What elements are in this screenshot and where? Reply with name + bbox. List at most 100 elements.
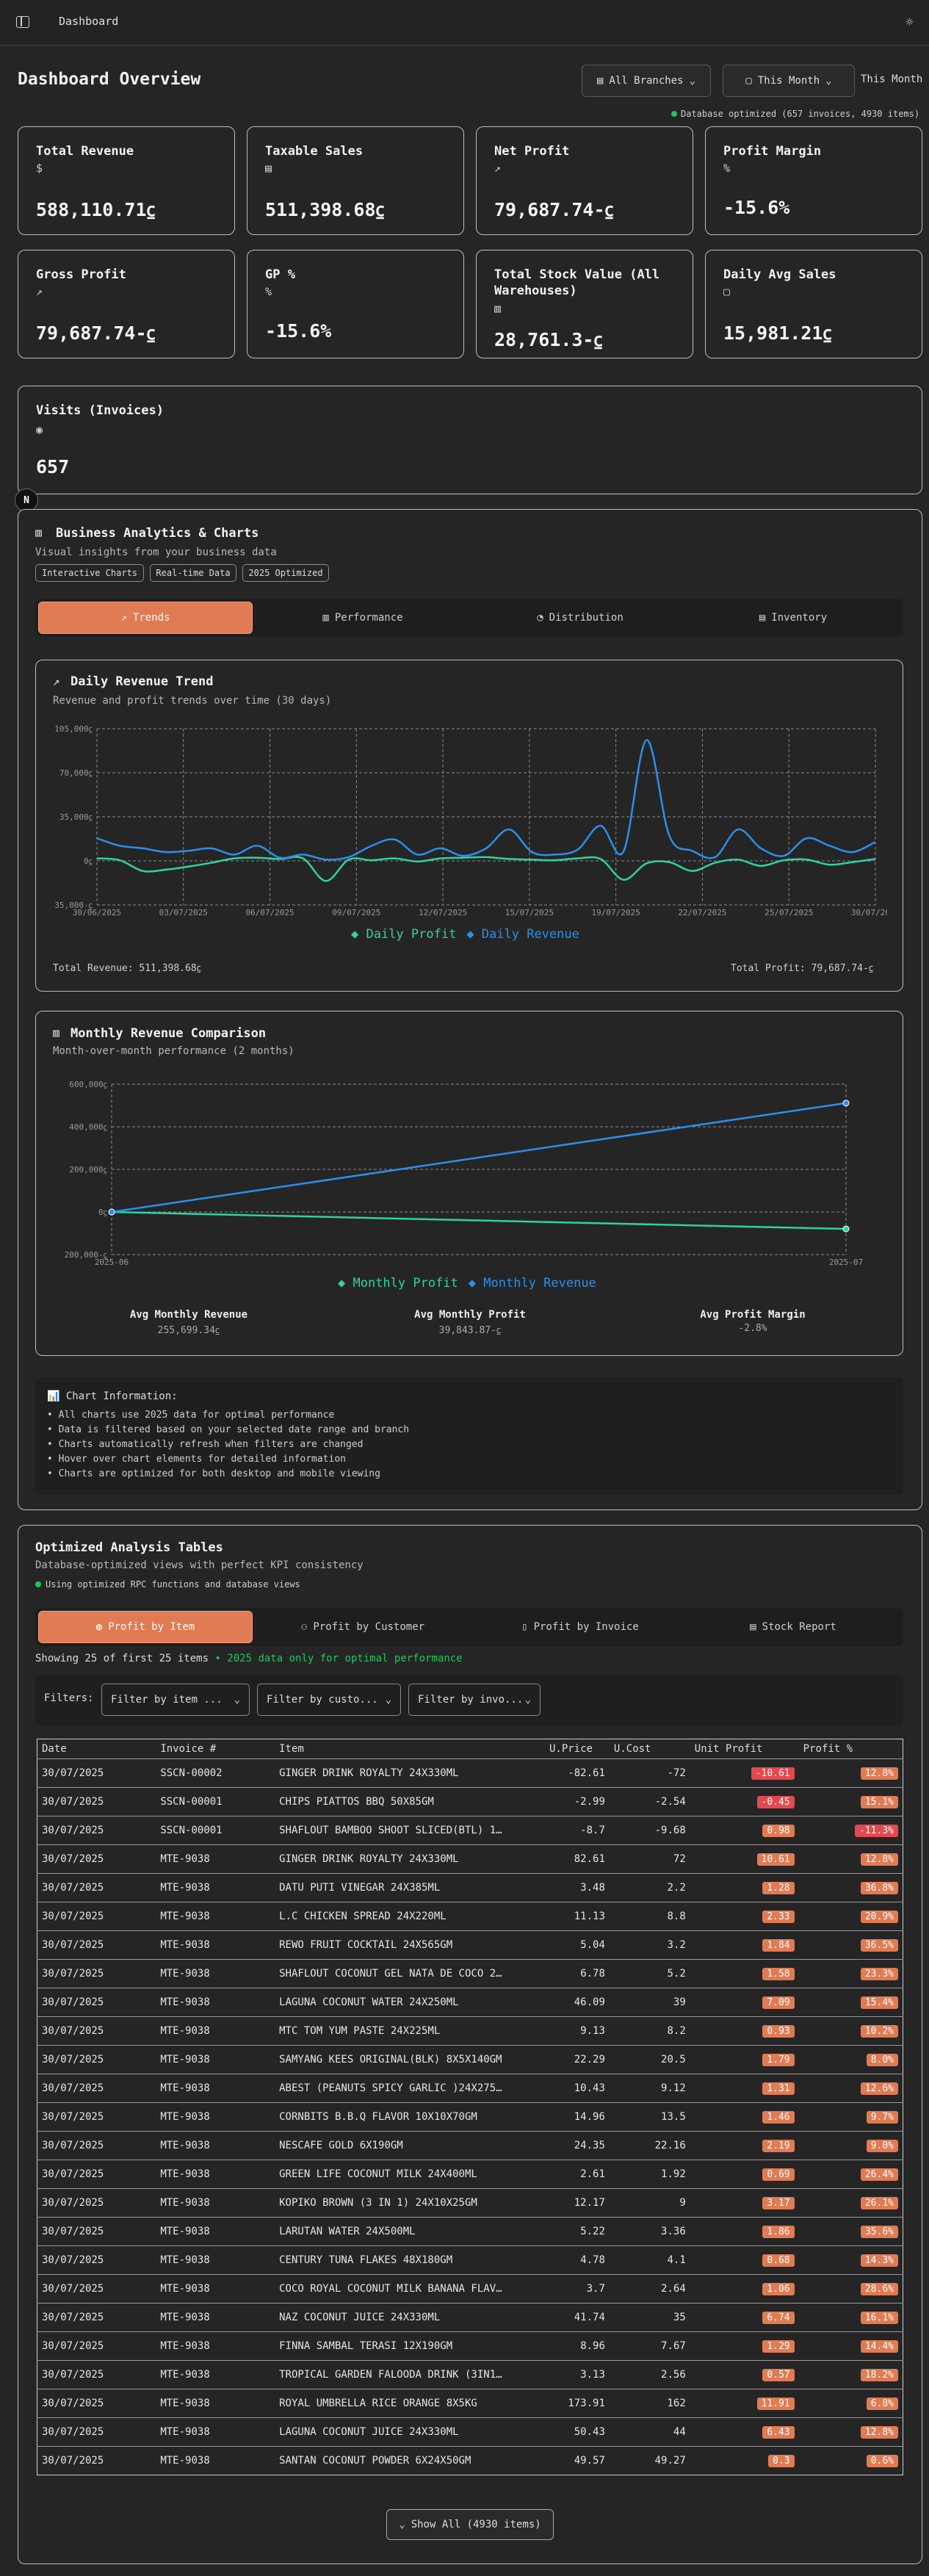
table-cell: -10.61 bbox=[690, 1758, 799, 1788]
column-header[interactable]: Invoice # bbox=[156, 1739, 275, 1759]
table-cell: 1.06 bbox=[690, 2274, 799, 2303]
stat-label: Avg Monthly Revenue bbox=[129, 1309, 248, 1321]
table-row[interactable]: 30/07/2025 MTE-9038 GINGER DRINK ROYALTY 2… bbox=[37, 1844, 903, 1874]
table-row[interactable]: 30/07/2025 MTE-9038 CORNBITS B.B.Q FLAVOR … bbox=[37, 2102, 903, 2132]
table-cell: MTE-9038 bbox=[156, 2360, 275, 2389]
table-cell: TROPICAL GARDEN FALOODA DRINK (3IN1… bbox=[275, 2360, 545, 2389]
table-cell: 8.96 bbox=[544, 2331, 610, 2361]
table-row[interactable]: 30/07/2025 MTE-9038 GREEN LIFE COCONUT MIL… bbox=[37, 2160, 903, 2189]
tab-profit-by-customer[interactable]: ⚇ Profit by Customer bbox=[256, 1611, 470, 1643]
table-cell: SSCN-00001 bbox=[156, 1816, 275, 1845]
tab-inventory[interactable]: ▤ Inventory bbox=[686, 602, 900, 634]
table-row[interactable]: 30/07/2025 SSCN-00001 SHAFLOUT BAMBOO SHOO… bbox=[37, 1816, 903, 1845]
y-tick-label: 400,000⃀ bbox=[69, 1122, 107, 1132]
branch-select[interactable]: ▤ All Branches ⌄ bbox=[582, 65, 711, 97]
kpi-title: Taxable Sales bbox=[265, 144, 364, 159]
tab-performance[interactable]: ▥ Performance bbox=[256, 602, 470, 634]
table-row[interactable]: 30/07/2025 MTE-9038 LAGUNA COCONUT JUICE 2… bbox=[37, 2417, 903, 2447]
kpi-icon: ▤ bbox=[265, 162, 272, 175]
column-header[interactable]: Date bbox=[37, 1739, 156, 1759]
series-line-monthly-profit[interactable] bbox=[111, 1211, 847, 1230]
tab-profit-by-item[interactable]: ◍ Profit by Item bbox=[38, 1611, 253, 1643]
series-line-monthly-revenue[interactable] bbox=[111, 1102, 847, 1213]
table-row[interactable]: 30/07/2025 MTE-9038 ROYAL UMBRELLA RICE OR… bbox=[37, 2389, 903, 2418]
stat-value: 255,699.34⃀ bbox=[157, 1325, 220, 1336]
filter-item-select[interactable]: Filter by item ... ⌄ bbox=[101, 1684, 250, 1716]
series-line-daily-revenue[interactable] bbox=[96, 739, 876, 861]
visits-title: Visits (Invoices) bbox=[36, 403, 164, 418]
table-row[interactable]: 30/07/2025 MTE-9038 SANTAN COCONUT POWDER … bbox=[37, 2447, 903, 2475]
table-cell: 1.92 bbox=[609, 2160, 690, 2189]
table-row[interactable]: 30/07/2025 SSCN-00002 GINGER DRINK ROYALTY… bbox=[37, 1758, 903, 1788]
table-cell: MTE-9038 bbox=[156, 2331, 275, 2361]
table-cell: 162 bbox=[609, 2389, 690, 2418]
filter-invoice-select[interactable]: Filter by invo... ⌄ bbox=[408, 1684, 541, 1716]
table-row[interactable]: 30/07/2025 MTE-9038 NAZ COCONUT JUICE 24X3… bbox=[37, 2303, 903, 2332]
table-row[interactable]: 30/07/2025 MTE-9038 SHAFLOUT COCONUT GEL N… bbox=[37, 1959, 903, 1988]
table-row[interactable]: 30/07/2025 MTE-9038 NESCAFE GOLD 6X190GM 24… bbox=[37, 2131, 903, 2160]
legend-monthly-revenue[interactable]: ◆ Monthly Revenue bbox=[469, 1276, 596, 1291]
x-tick-label: 2025-06 bbox=[95, 1258, 129, 1267]
table-cell: 0.6% bbox=[799, 2447, 903, 2475]
table-row[interactable]: 30/07/2025 MTE-9038 FINNA SAMBAL TERASI 12… bbox=[37, 2331, 903, 2361]
rpc-note: Using optimized RPC functions and databa… bbox=[35, 1579, 300, 1590]
table-row[interactable]: 30/07/2025 MTE-9038 CENTURY TUNA FLAKES 48… bbox=[37, 2245, 903, 2275]
table-row[interactable]: 30/07/2025 MTE-9038 L.C CHICKEN SPREAD 24X… bbox=[37, 1902, 903, 1931]
tab-stock-report[interactable]: ▤ Stock Report bbox=[686, 1611, 900, 1643]
daily-revenue-chart[interactable]: 105,000⃀70,000⃀35,000⃀0⃀35,000-⃀30/06/20… bbox=[53, 720, 887, 926]
profit-percent-badge: 9.7% bbox=[866, 2110, 898, 2124]
table-cell: MTE-9038 bbox=[156, 2102, 275, 2132]
data-point[interactable] bbox=[108, 1208, 115, 1216]
tab-distribution[interactable]: ◔ Distribution bbox=[473, 602, 687, 634]
period-select[interactable]: ▢ This Month ⌄ bbox=[723, 65, 855, 97]
table-cell: 12.8% bbox=[798, 1758, 903, 1788]
table-row[interactable]: 30/07/2025 MTE-9038 LAGUNA COCONUT WATER 2… bbox=[37, 1988, 903, 2017]
filter-invoice-label: Filter by invo... bbox=[418, 1694, 524, 1706]
column-header[interactable]: U.Cost bbox=[609, 1739, 690, 1759]
table-row[interactable]: 30/07/2025 MTE-9038 SAMYANG KEES ORIGINAL(… bbox=[37, 2045, 903, 2074]
kpi-card-gross-profit: Gross Profit ↗ 79,687.74-⃀ bbox=[18, 250, 235, 358]
x-tick-label: 22/07/2025 bbox=[678, 908, 726, 917]
filter-customer-select[interactable]: Filter by custo... ⌄ bbox=[257, 1684, 401, 1716]
table-row[interactable]: 30/07/2025 MTE-9038 TROPICAL GARDEN FALOOD… bbox=[37, 2360, 903, 2389]
sidebar-toggle-icon[interactable] bbox=[16, 16, 29, 28]
table-cell: MTE-9038 bbox=[156, 2160, 275, 2189]
data-point[interactable] bbox=[842, 1100, 850, 1107]
monthly-revenue-chart[interactable]: 600,000⃀400,000⃀200,000⃀0⃀200,000-⃀2025-… bbox=[53, 1071, 887, 1269]
table-row[interactable]: 30/07/2025 MTE-9038 KOPIKO BROWN (3 IN 1) … bbox=[37, 2188, 903, 2218]
column-header[interactable]: Unit Profit bbox=[690, 1739, 799, 1759]
show-all-button[interactable]: ⌄ Show All (4930 items) bbox=[386, 2509, 554, 2540]
branch-select-label: All Branches bbox=[609, 75, 684, 87]
table-row[interactable]: 30/07/2025 MTE-9038 DATU PUTI VINEGAR 24X3… bbox=[37, 1873, 903, 1902]
table-row[interactable]: 30/07/2025 MTE-9038 LARUTAN WATER 24X500ML… bbox=[37, 2217, 903, 2246]
legend-monthly-profit[interactable]: ◆ Monthly Profit bbox=[338, 1276, 458, 1291]
table-cell: -2.99 bbox=[544, 1787, 610, 1816]
column-header[interactable]: Item bbox=[275, 1739, 545, 1759]
tab-trends[interactable]: ↗ Trends bbox=[38, 602, 253, 634]
legend-daily-revenue[interactable]: ◆ Daily Revenue bbox=[466, 927, 579, 942]
table-cell: 22.16 bbox=[609, 2131, 690, 2160]
filter-customer-label: Filter by custo... bbox=[267, 1694, 378, 1706]
sun-icon[interactable]: ☼ bbox=[905, 15, 914, 30]
table-cell: 4.1 bbox=[609, 2245, 690, 2275]
table-row[interactable]: 30/07/2025 MTE-9038 REWO FRUIT COCKTAIL 24… bbox=[37, 1930, 903, 1960]
table-row[interactable]: 30/07/2025 MTE-9038 ABEST (PEANUTS SPICY G… bbox=[37, 2074, 903, 2103]
table-cell: 30/07/2025 bbox=[37, 1902, 156, 1931]
column-header[interactable]: Profit % bbox=[798, 1739, 903, 1759]
tab-profit-by-invoice[interactable]: ▯ Profit by Invoice bbox=[473, 1611, 687, 1643]
profit-percent-badge: 35.6% bbox=[860, 2225, 898, 2238]
x-tick-label: 12/07/2025 bbox=[419, 908, 467, 917]
table-cell: -2.54 bbox=[609, 1787, 690, 1816]
series-line-daily-profit[interactable] bbox=[96, 856, 876, 882]
unit-profit-badge: -0.45 bbox=[756, 1795, 795, 1808]
visits-card: Visits (Invoices) ◉ 657 bbox=[18, 386, 922, 494]
table-cell: -72 bbox=[609, 1758, 690, 1788]
data-point[interactable] bbox=[842, 1225, 850, 1233]
page-title: Dashboard Overview bbox=[18, 70, 201, 89]
column-header[interactable]: U.Price bbox=[544, 1739, 610, 1759]
table-row[interactable]: 30/07/2025 SSCN-00001 CHIPS PIATTOS BBQ 50… bbox=[37, 1787, 903, 1816]
table-row[interactable]: 30/07/2025 MTE-9038 COCO ROYAL COCONUT MIL… bbox=[37, 2274, 903, 2303]
table-cell: 14.3% bbox=[798, 2245, 903, 2275]
table-row[interactable]: 30/07/2025 MTE-9038 MTC TOM YUM PASTE 24X2… bbox=[37, 2016, 903, 2046]
legend-daily-profit[interactable]: ◆ Daily Profit bbox=[351, 927, 456, 942]
